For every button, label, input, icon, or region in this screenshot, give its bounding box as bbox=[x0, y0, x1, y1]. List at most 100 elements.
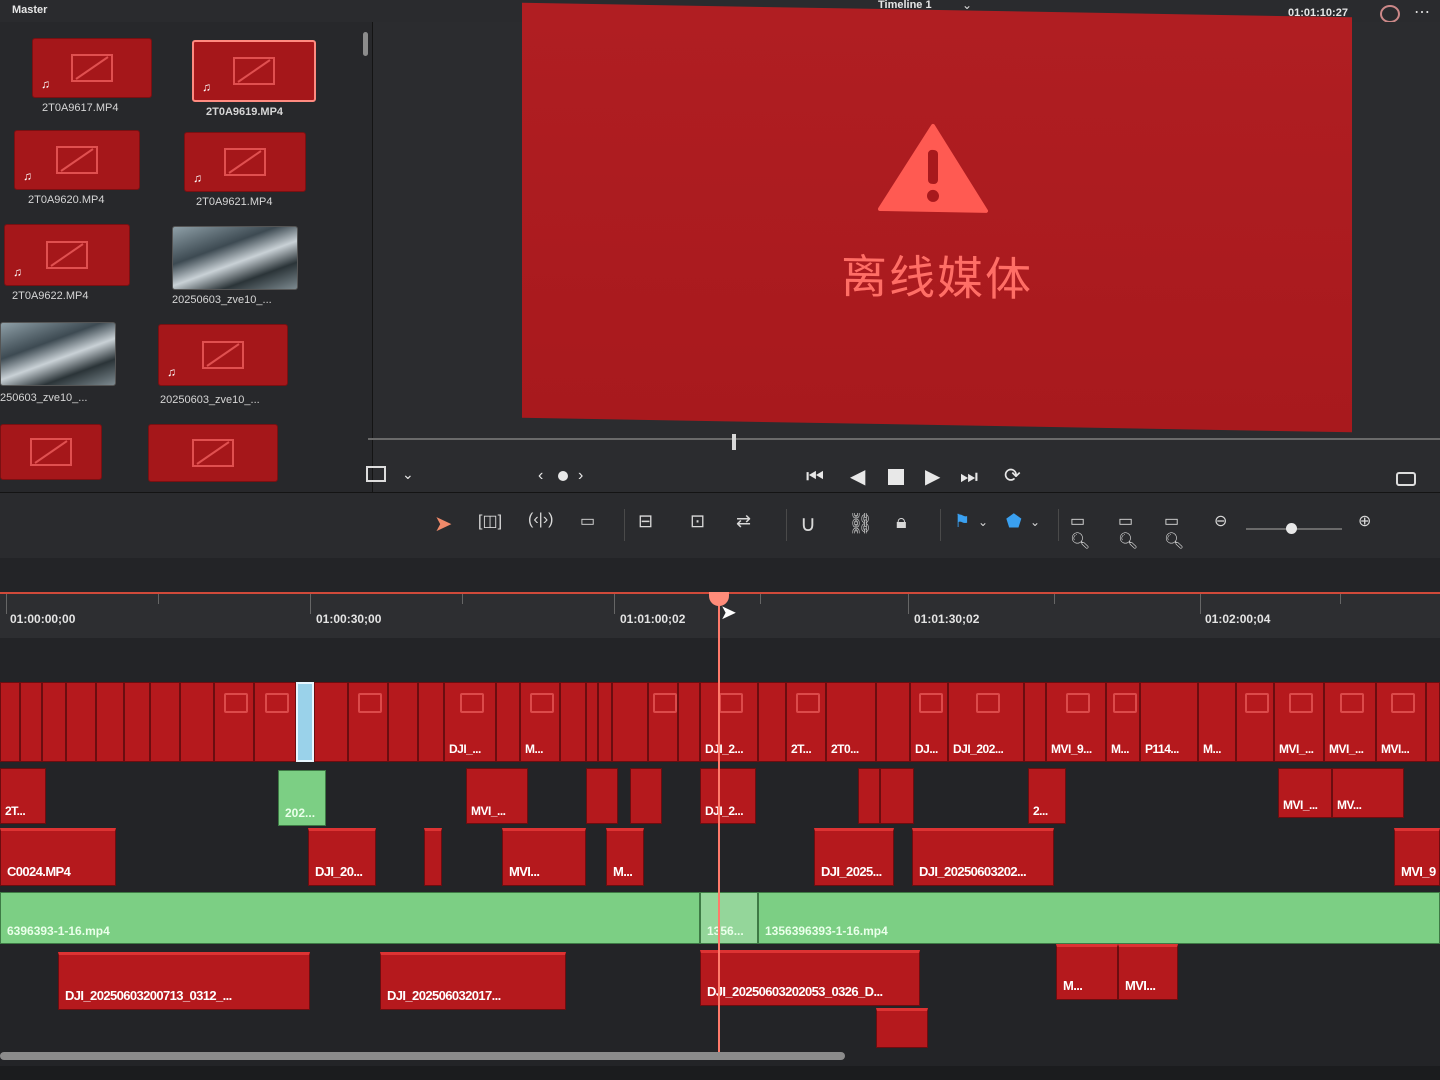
timeline-clip[interactable] bbox=[876, 682, 910, 762]
timeline-clip[interactable]: M... bbox=[1106, 682, 1140, 762]
timeline-clip[interactable] bbox=[254, 682, 296, 762]
trim-edit-icon[interactable]: [◫] bbox=[478, 511, 512, 537]
timeline-clip[interactable] bbox=[648, 682, 678, 762]
timeline-clip[interactable]: DJI_2025... bbox=[814, 828, 894, 886]
timeline-clip[interactable]: DJI_202506032017... bbox=[380, 952, 566, 1010]
viewer-scrubber[interactable] bbox=[368, 438, 1440, 440]
timeline-clip[interactable]: 2T0... bbox=[826, 682, 876, 762]
jog-right-icon[interactable]: › bbox=[578, 466, 583, 486]
timeline-clip[interactable]: DJI_... bbox=[444, 682, 496, 762]
stop-icon[interactable] bbox=[888, 469, 904, 485]
timeline-clip[interactable] bbox=[214, 682, 254, 762]
zoom-slider-handle[interactable] bbox=[1286, 523, 1297, 534]
timeline-clip[interactable]: MVI_9 bbox=[1394, 828, 1440, 886]
timeline-clip[interactable] bbox=[586, 682, 598, 762]
selection-pointer-icon[interactable]: ➤ bbox=[434, 511, 468, 537]
fullscreen-icon[interactable] bbox=[1396, 472, 1416, 486]
play-reverse-icon[interactable]: ◀ bbox=[850, 467, 865, 487]
timeline-clip[interactable] bbox=[496, 682, 520, 762]
go-to-end-icon[interactable]: ⏭ bbox=[960, 467, 978, 487]
timeline-clip[interactable] bbox=[150, 682, 180, 762]
timeline-clip[interactable]: MVI_... bbox=[1278, 768, 1332, 818]
insert-clip-icon[interactable]: ⊟ bbox=[638, 511, 672, 537]
timeline-clip[interactable] bbox=[348, 682, 388, 762]
timeline-clip[interactable] bbox=[124, 682, 150, 762]
timeline-clip[interactable] bbox=[180, 682, 214, 762]
timeline-clip[interactable]: MVI... bbox=[1118, 944, 1178, 1000]
jog-left-icon[interactable]: ‹ bbox=[538, 466, 543, 486]
timeline-clip[interactable]: P114... bbox=[1140, 682, 1198, 762]
timeline-clip[interactable] bbox=[20, 682, 42, 762]
color-wheel-icon[interactable] bbox=[1380, 5, 1400, 23]
timeline-clip[interactable]: 2T... bbox=[786, 682, 826, 762]
timeline-clip[interactable] bbox=[314, 682, 348, 762]
audio-clip[interactable]: 1356... bbox=[700, 892, 758, 944]
timeline-clip[interactable]: M... bbox=[1056, 944, 1118, 1000]
timeline-clip[interactable]: DJI_20250603200713_0312_... bbox=[58, 952, 310, 1010]
timeline-clip[interactable] bbox=[758, 682, 786, 762]
timeline-clip[interactable]: DJI_202... bbox=[948, 682, 1024, 762]
timeline-clip[interactable] bbox=[858, 768, 880, 824]
timeline-clip[interactable] bbox=[560, 682, 586, 762]
timeline-clip[interactable] bbox=[0, 682, 20, 762]
overwrite-clip-icon[interactable]: ⊡ bbox=[690, 511, 724, 537]
timeline-clip[interactable] bbox=[1426, 682, 1440, 762]
timeline-clip[interactable] bbox=[880, 768, 914, 824]
timeline-clip[interactable]: DJI_20250603202... bbox=[912, 828, 1054, 886]
timeline-clip[interactable] bbox=[66, 682, 96, 762]
dynamic-trim-icon[interactable]: (‹|›) bbox=[528, 511, 562, 537]
jog-dot-icon[interactable] bbox=[558, 471, 568, 481]
timeline-clip[interactable]: M... bbox=[1198, 682, 1236, 762]
snapping-magnet-icon[interactable]: ∪ bbox=[800, 511, 834, 537]
timeline-clip[interactable] bbox=[418, 682, 444, 762]
bin-master-label[interactable]: Master bbox=[12, 4, 47, 16]
timeline-clip[interactable] bbox=[96, 682, 124, 762]
timeline-clip[interactable] bbox=[678, 682, 700, 762]
timeline-clip[interactable]: DJI_2... bbox=[700, 768, 756, 824]
timeline-clip[interactable]: M... bbox=[520, 682, 560, 762]
media-pool-scrollbar[interactable] bbox=[363, 32, 368, 56]
timeline-clip[interactable]: C0024.MP4 bbox=[0, 828, 116, 886]
timeline-clip[interactable] bbox=[630, 768, 662, 824]
timeline-clip[interactable]: MVI_... bbox=[466, 768, 528, 824]
timeline-clip[interactable] bbox=[424, 828, 442, 886]
detail-zoom-icon[interactable]: ▭🔍︎ bbox=[1118, 511, 1152, 550]
timeline-clip[interactable]: MVI... bbox=[1376, 682, 1426, 762]
go-to-start-icon[interactable]: ⏮ bbox=[806, 467, 824, 487]
timeline-clip[interactable]: DJI_20... bbox=[308, 828, 376, 886]
scrubber-handle[interactable] bbox=[732, 434, 736, 450]
timeline-clip[interactable]: MVI_... bbox=[1274, 682, 1324, 762]
timeline-clip[interactable]: 2... bbox=[1028, 768, 1066, 824]
zoom-in-icon[interactable]: ⊕ bbox=[1358, 511, 1392, 537]
timeline-clip[interactable]: MVI_... bbox=[1324, 682, 1376, 762]
timeline-clip[interactable]: DJI_20250603202053_0326_D... bbox=[700, 950, 920, 1006]
timeline-clip[interactable]: MVI_9... bbox=[1046, 682, 1106, 762]
full-extent-zoom-icon[interactable]: ▭🔍︎ bbox=[1070, 511, 1104, 550]
timeline-clip[interactable] bbox=[1236, 682, 1274, 762]
timeline-clip[interactable] bbox=[612, 682, 648, 762]
selected-clip[interactable] bbox=[296, 682, 314, 762]
timeline-clip[interactable] bbox=[586, 768, 618, 824]
timeline-clip[interactable] bbox=[1024, 682, 1046, 762]
play-icon[interactable]: ▶ bbox=[925, 467, 940, 487]
viewer-screen[interactable]: 离线媒体 bbox=[522, 2, 1352, 433]
timeline-clip[interactable]: M... bbox=[606, 828, 644, 886]
timeline-clip[interactable]: 2T... bbox=[0, 768, 46, 824]
timeline-clip[interactable]: MVI... bbox=[502, 828, 586, 886]
timeline-clip[interactable] bbox=[598, 682, 612, 762]
position-lock-icon[interactable]: 🔒︎ bbox=[896, 511, 930, 537]
loop-icon[interactable]: ⟳ bbox=[1004, 466, 1021, 486]
more-options-icon[interactable]: ⋯ bbox=[1414, 2, 1430, 22]
timeline-clip[interactable]: DJI_2... bbox=[700, 682, 758, 762]
timeline-clip[interactable] bbox=[876, 1008, 928, 1048]
timeline-clip[interactable]: 202... bbox=[278, 770, 326, 826]
playhead-line[interactable] bbox=[718, 600, 720, 1052]
audio-clip[interactable]: 6396393-1-16.mp4 bbox=[0, 892, 700, 944]
link-icon[interactable]: ⛓ bbox=[848, 511, 882, 537]
replace-clip-icon[interactable]: ⇄ bbox=[736, 511, 770, 537]
chevron-down-icon[interactable]: ⌄ bbox=[402, 464, 414, 484]
timeline-horizontal-scrollbar[interactable] bbox=[0, 1052, 845, 1060]
audio-clip[interactable]: 1356396393-1-16.mp4 bbox=[758, 892, 1440, 944]
timeline-clip[interactable] bbox=[42, 682, 66, 762]
timeline-clip[interactable]: MV... bbox=[1332, 768, 1404, 818]
